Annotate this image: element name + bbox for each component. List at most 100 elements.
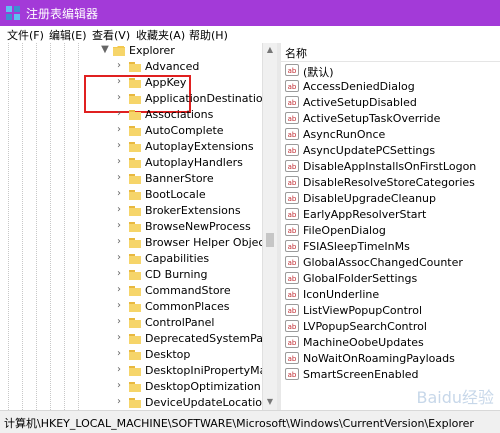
- tree-item[interactable]: › ControlPanel: [0, 315, 262, 331]
- folder-icon: [129, 94, 141, 104]
- scroll-down-arrow-icon[interactable]: ▼: [263, 397, 277, 406]
- value-name: IconUnderline: [303, 288, 380, 301]
- expand-arrow-icon[interactable]: ›: [114, 108, 124, 119]
- tree-item[interactable]: › AppKey: [0, 75, 262, 91]
- value-row[interactable]: ab AsyncRunOnce: [285, 127, 499, 143]
- folder-icon: [129, 382, 141, 392]
- expand-arrow-icon[interactable]: ›: [114, 76, 124, 87]
- expand-arrow-icon[interactable]: ›: [114, 252, 124, 263]
- value-name: GlobalFolderSettings: [303, 272, 418, 285]
- expand-arrow-icon[interactable]: ›: [114, 300, 124, 311]
- menu-favorites[interactable]: 收藏夹(A): [136, 27, 185, 43]
- tree-item[interactable]: › BannerStore: [0, 171, 262, 187]
- tree-item[interactable]: › Desktop: [0, 347, 262, 363]
- value-row[interactable]: ab NoWaitOnRoamingPayloads: [285, 351, 499, 367]
- string-value-icon: ab: [285, 64, 299, 76]
- tree-item[interactable]: › AutoplayExtensions: [0, 139, 262, 155]
- value-row[interactable]: ab DisableResolveStoreCategories: [285, 175, 499, 191]
- collapse-arrow-icon[interactable]: ▼: [100, 44, 110, 55]
- tree-item-explorer[interactable]: ▼ Explorer: [0, 43, 262, 59]
- tree-item[interactable]: › BrowseNewProcess: [0, 219, 262, 235]
- tree-item[interactable]: › Associations: [0, 107, 262, 123]
- value-row[interactable]: ab FSIASleepTimeInMs: [285, 239, 499, 255]
- expand-arrow-icon[interactable]: ›: [114, 172, 124, 183]
- string-value-icon: ab: [285, 256, 299, 268]
- tree-item[interactable]: › BrokerExtensions: [0, 203, 262, 219]
- expand-arrow-icon[interactable]: ›: [114, 204, 124, 215]
- tree-item[interactable]: › DeprecatedSystemPackag: [0, 331, 277, 347]
- value-name: AsyncUpdatePCSettings: [303, 144, 436, 157]
- value-row[interactable]: ab FileOpenDialog: [285, 223, 499, 239]
- expand-arrow-icon[interactable]: ›: [114, 284, 124, 295]
- tree-item[interactable]: › CommandStore: [0, 283, 262, 299]
- value-row[interactable]: ab AsyncUpdatePCSettings: [285, 143, 499, 159]
- value-name: ActiveSetupDisabled: [303, 96, 417, 109]
- string-value-icon: ab: [285, 272, 299, 284]
- value-row[interactable]: ab AccessDeniedDialog: [285, 79, 499, 95]
- menu-file[interactable]: 文件(F): [7, 27, 44, 43]
- tree-item[interactable]: › DesktopIniPropertyMap: [0, 363, 273, 379]
- folder-icon: [129, 270, 141, 280]
- expand-arrow-icon[interactable]: ›: [114, 124, 124, 135]
- tree-item[interactable]: › AutoplayHandlers: [0, 155, 262, 171]
- tree-item[interactable]: › Advanced: [0, 59, 262, 75]
- folder-icon: [129, 318, 141, 328]
- string-value-icon: ab: [285, 96, 299, 108]
- value-row[interactable]: ab GlobalFolderSettings: [285, 271, 499, 287]
- expand-arrow-icon[interactable]: ›: [114, 60, 124, 71]
- value-row[interactable]: ab ActiveSetupDisabled: [285, 95, 499, 111]
- key-tree-pane[interactable]: ▼ Explorer › Advanced › AppKey › Applicatio…: [0, 43, 277, 410]
- values-pane[interactable]: 名称 ab (默认) ab AccessDeniedDialog ab ActiveS…: [281, 43, 500, 410]
- scrollbar-thumb[interactable]: [266, 233, 274, 247]
- value-row[interactable]: ab EarlyAppResolverStart: [285, 207, 499, 223]
- tree-item-label: AutoplayHandlers: [145, 156, 243, 169]
- tree-item[interactable]: › DeviceUpdateLocations: [0, 395, 275, 410]
- value-row[interactable]: ab DisableAppInstallsOnFirstLogon: [285, 159, 499, 175]
- tree-item[interactable]: › AutoComplete: [0, 123, 262, 139]
- expand-arrow-icon[interactable]: ›: [114, 332, 124, 343]
- value-row[interactable]: ab MachineOobeUpdates: [285, 335, 499, 351]
- value-row[interactable]: ab SmartScreenEnabled: [285, 367, 499, 383]
- menu-view[interactable]: 查看(V): [92, 27, 130, 43]
- expand-arrow-icon[interactable]: ›: [114, 140, 124, 151]
- expand-arrow-icon[interactable]: ›: [114, 156, 124, 167]
- expand-arrow-icon[interactable]: ›: [114, 396, 124, 407]
- value-row[interactable]: ab DisableUpgradeCleanup: [285, 191, 499, 207]
- expand-arrow-icon[interactable]: ›: [114, 380, 124, 391]
- tree-item-label: DeprecatedSystemPackag: [145, 332, 277, 345]
- tree-item[interactable]: › BootLocale: [0, 187, 262, 203]
- tree-item[interactable]: › ApplicationDestinations: [0, 91, 275, 107]
- value-row[interactable]: ab GlobalAssocChangedCounter: [285, 255, 499, 271]
- expand-arrow-icon[interactable]: ›: [114, 268, 124, 279]
- value-row[interactable]: ab ActiveSetupTaskOverride: [285, 111, 499, 127]
- expand-arrow-icon[interactable]: ›: [114, 236, 124, 247]
- value-row[interactable]: ab (默认): [285, 63, 499, 79]
- expand-arrow-icon[interactable]: ›: [114, 364, 124, 375]
- scroll-up-arrow-icon[interactable]: ▲: [263, 45, 277, 54]
- expand-arrow-icon[interactable]: ›: [114, 92, 124, 103]
- value-name: NoWaitOnRoamingPayloads: [303, 352, 455, 365]
- value-name: GlobalAssocChangedCounter: [303, 256, 463, 269]
- tree-item[interactable]: › Capabilities: [0, 251, 262, 267]
- menu-edit[interactable]: 编辑(E): [49, 27, 87, 43]
- expand-arrow-icon[interactable]: ›: [114, 348, 124, 359]
- value-row[interactable]: ab IconUnderline: [285, 287, 499, 303]
- value-name: AsyncRunOnce: [303, 128, 386, 141]
- expand-arrow-icon[interactable]: ›: [114, 220, 124, 231]
- menu-bar: 文件(F) 编辑(E) 查看(V) 收藏夹(A) 帮助(H): [0, 26, 500, 43]
- tree-item[interactable]: › Browser Helper Objects: [0, 235, 275, 251]
- tree-item[interactable]: › CommonPlaces: [0, 299, 262, 315]
- column-header-name[interactable]: 名称: [281, 43, 500, 62]
- value-row[interactable]: ab ListViewPopupControl: [285, 303, 499, 319]
- tree-item[interactable]: › DesktopOptimization: [0, 379, 262, 395]
- expand-arrow-icon[interactable]: ›: [114, 188, 124, 199]
- tree-scrollbar[interactable]: ▲ ▼: [262, 43, 277, 410]
- folder-icon: [129, 334, 141, 344]
- expand-arrow-icon[interactable]: ›: [114, 316, 124, 327]
- tree-item[interactable]: › CD Burning: [0, 267, 262, 283]
- menu-help[interactable]: 帮助(H): [189, 27, 228, 43]
- value-row[interactable]: ab LVPopupSearchControl: [285, 319, 499, 335]
- value-name: AccessDeniedDialog: [303, 80, 415, 93]
- string-value-icon: ab: [285, 144, 299, 156]
- tree-item-label: DesktopOptimization: [145, 380, 261, 393]
